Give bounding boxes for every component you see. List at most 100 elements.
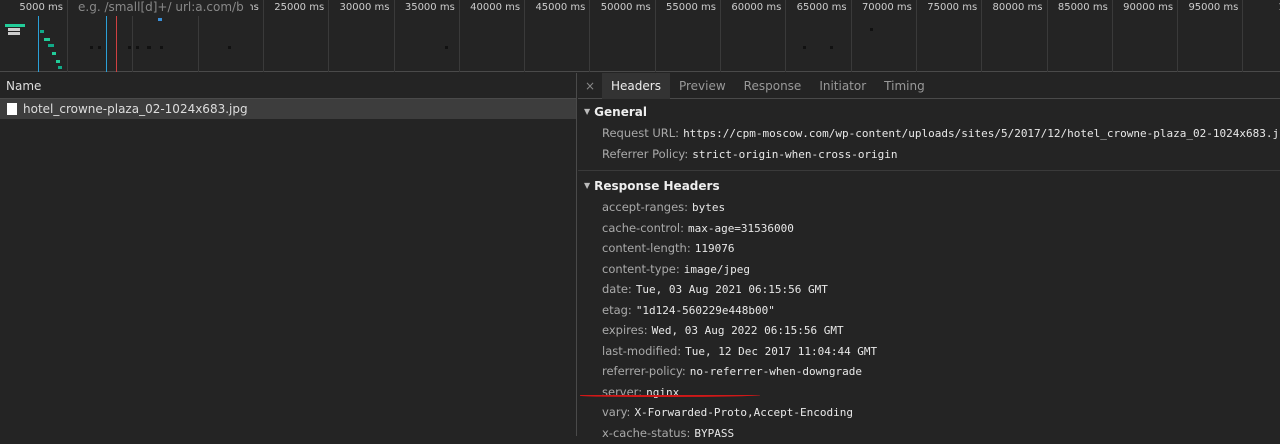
header-row: content-type: image/jpeg <box>578 259 1280 280</box>
request-bar <box>830 46 833 49</box>
header-row: vary: X-Forwarded-Proto,Accept-Encoding <box>578 402 1280 423</box>
header-key: Referrer Policy: <box>602 146 689 161</box>
request-bar <box>445 46 448 49</box>
general-rows: Request URL: https://cpm-moscow.com/wp-co… <box>578 123 1280 164</box>
header-row: Request URL: https://cpm-moscow.com/wp-co… <box>578 123 1280 144</box>
header-value: Tue, 12 Dec 2017 11:04:44 GMT <box>685 344 878 358</box>
timeline-tick-label: 5000 ms <box>19 2 63 13</box>
timeline-tick-label: 60000 ms <box>731 2 782 13</box>
header-value: X-Forwarded-Proto,Accept-Encoding <box>634 406 853 419</box>
request-bar <box>803 46 806 49</box>
dom-content-loaded-line <box>38 16 39 72</box>
divider <box>578 170 1280 171</box>
header-value: max-age=31536000 <box>687 221 794 235</box>
details-tabs: × Headers Preview Response Initiator Timing <box>578 72 1280 99</box>
request-bar <box>8 32 20 35</box>
general-section-toggle[interactable]: ▼ General <box>578 101 1280 123</box>
header-value: BYPASS <box>694 426 735 440</box>
header-key: content-type: <box>602 261 680 276</box>
timeline-tick-label: 25000 ms <box>274 2 325 13</box>
request-bar <box>136 46 139 49</box>
request-list-panel: Name hotel_crowne-plaza_02-1024x683.jpg <box>0 73 577 436</box>
header-key: expires: <box>602 323 648 337</box>
file-icon <box>7 103 17 115</box>
request-bar <box>58 66 62 69</box>
response-header-rows: accept-ranges: bytes cache-control: max-age… <box>578 197 1280 443</box>
header-value: Tue, 03 Aug 2021 06:15:56 GMT <box>635 283 828 296</box>
request-bar <box>5 24 25 27</box>
request-bar <box>56 60 60 63</box>
header-key: content-length: <box>602 241 691 255</box>
request-bar <box>147 46 151 49</box>
header-value: "1d124-560229e448b00" <box>635 303 775 317</box>
tab-response[interactable]: Response <box>735 73 811 99</box>
header-row: content-length: 119076 <box>578 238 1280 259</box>
header-key: last-modified: <box>602 343 682 358</box>
tab-headers[interactable]: Headers <box>602 72 670 99</box>
header-value: image/jpeg <box>683 262 750 276</box>
tab-initiator[interactable]: Initiator <box>810 73 875 99</box>
timeline-tick-label: 85000 ms <box>1057 2 1108 13</box>
header-row: cache-control: max-age=31536000 <box>578 218 1280 239</box>
header-row: date: Tue, 03 Aug 2021 06:15:56 GMT <box>578 279 1280 300</box>
timeline-tick-label: 65000 ms <box>796 2 847 13</box>
timeline-tick-label: 80000 ms <box>992 2 1043 13</box>
request-bar <box>128 46 131 49</box>
request-bar <box>98 46 101 49</box>
tab-preview[interactable]: Preview <box>670 73 735 99</box>
header-key: Request URL: <box>602 126 680 140</box>
header-key: x-cache-status: <box>602 425 691 440</box>
header-value: Wed, 03 Aug 2022 06:15:56 GMT <box>651 324 844 337</box>
header-key: cache-control: <box>602 220 684 235</box>
header-row: referrer-policy: no-referrer-when-downgra… <box>578 361 1280 382</box>
timeline-tick-label: 35000 ms <box>404 2 455 13</box>
request-bar <box>870 28 873 31</box>
request-bar <box>44 38 50 41</box>
header-value: bytes <box>692 201 726 214</box>
header-row: etag: "1d124-560229e448b00" <box>578 300 1280 321</box>
header-row: x-cache-status: BYPASS <box>578 423 1280 444</box>
network-overview-timeline[interactable]: 5000 ms10000 ms15000 ms20000 ms25000 ms3… <box>0 0 1280 72</box>
header-value: 119076 <box>694 242 735 255</box>
header-key: referrer-policy: <box>602 364 686 378</box>
header-value: https://cpm-moscow.com/wp-content/upload… <box>683 127 1280 140</box>
header-key: etag: <box>602 302 632 317</box>
timeline-tick-label: 30000 ms <box>339 2 390 13</box>
timeline-tick-label: 40000 ms <box>470 2 521 13</box>
request-bar <box>160 46 163 49</box>
header-row: last-modified: Tue, 12 Dec 2017 11:04:44 … <box>578 341 1280 362</box>
request-bar <box>8 28 20 31</box>
timeline-tick-label: 70000 ms <box>861 2 912 13</box>
triangle-down-icon: ▼ <box>584 107 591 116</box>
timeline-tick-label: 55000 ms <box>666 2 716 13</box>
filter-hint: e.g. /small[d]+/ url:a.com/b <box>72 0 250 16</box>
close-icon[interactable]: × <box>578 79 602 93</box>
header-value: strict-origin-when-cross-origin <box>692 147 898 161</box>
timeline-tick-label: 75000 ms <box>927 2 978 13</box>
request-bar <box>228 46 231 49</box>
header-row: accept-ranges: bytes <box>578 197 1280 218</box>
response-headers-title: Response Headers <box>594 179 720 193</box>
request-bar <box>90 46 93 49</box>
request-bar <box>48 44 54 47</box>
triangle-down-icon: ▼ <box>584 181 591 190</box>
timeline-tick-label: 95000 ms <box>1188 2 1239 13</box>
request-row[interactable]: hotel_crowne-plaza_02-1024x683.jpg <box>0 99 576 119</box>
header-key: date: <box>602 282 632 296</box>
request-bar <box>40 30 44 33</box>
timeline-tick-label: 50000 ms <box>600 2 651 13</box>
request-bar <box>158 18 162 21</box>
timeline-tick-label: 90000 ms <box>1123 2 1174 13</box>
header-row: Referrer Policy: strict-origin-when-cross… <box>578 144 1280 165</box>
request-bar <box>52 52 56 55</box>
response-headers-toggle[interactable]: ▼ Response Headers <box>578 175 1280 197</box>
request-details-panel: × Headers Preview Response Initiator Timing … <box>578 72 1280 440</box>
general-title: General <box>594 105 647 119</box>
name-column-header[interactable]: Name <box>0 73 576 99</box>
header-key: accept-ranges: <box>602 200 689 214</box>
dom-content-loaded-line <box>106 16 107 72</box>
header-row: expires: Wed, 03 Aug 2022 06:15:56 GMT <box>578 320 1280 341</box>
header-row: server: nginx <box>578 382 1280 403</box>
tab-timing[interactable]: Timing <box>875 73 934 99</box>
timeline-tick-label: 45000 ms <box>535 2 586 13</box>
